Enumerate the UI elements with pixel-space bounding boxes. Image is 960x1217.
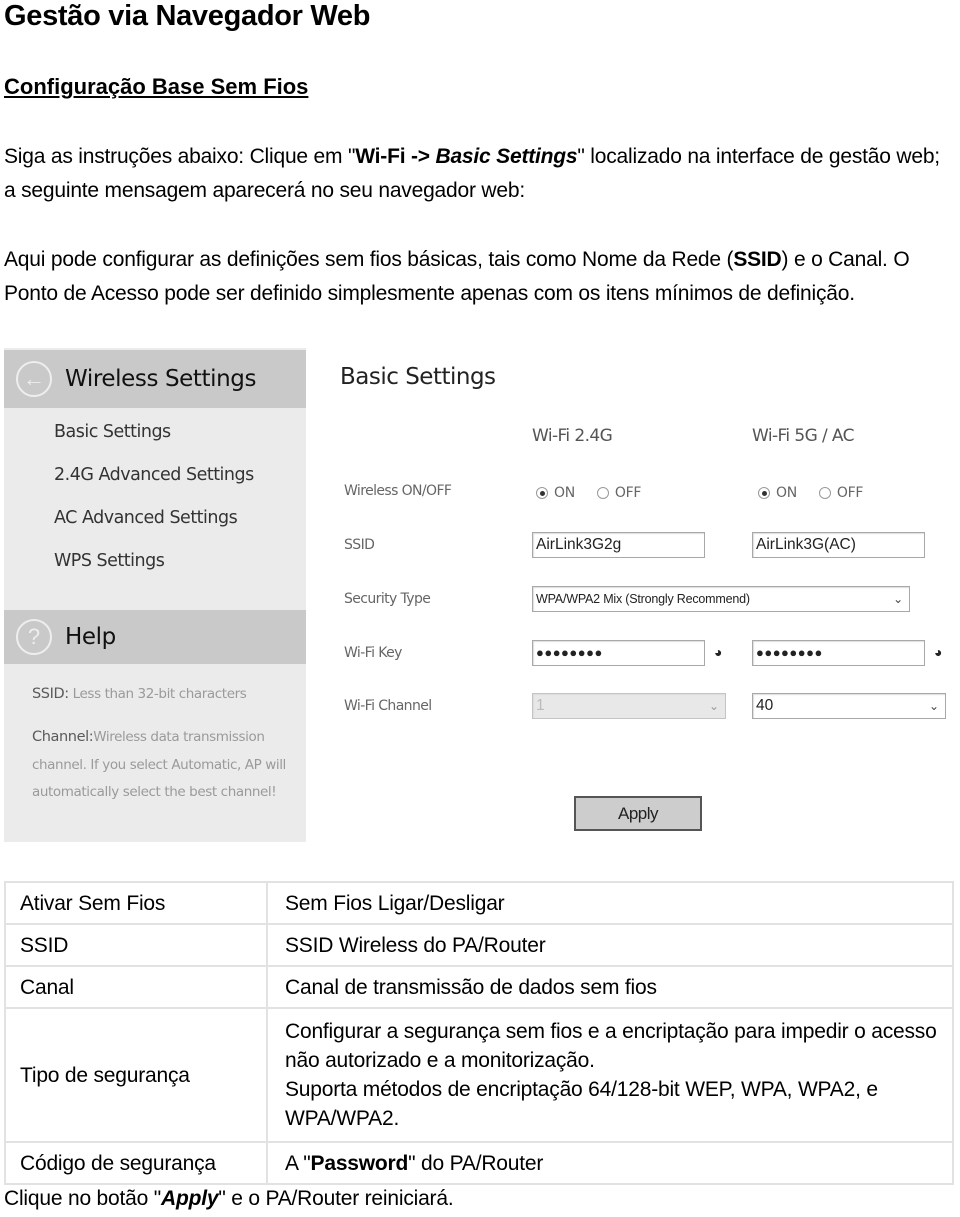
label-ssid: SSID (344, 537, 375, 553)
description-text: Aqui pode configurar as definições sem f… (4, 248, 734, 271)
label-wifi-channel: Wi-Fi Channel (344, 698, 432, 714)
router-ui-screenshot: ← Wireless Settings Basic Settings 2.4G … (4, 348, 958, 844)
table-value-line: Suporta métodos de encriptação 64/128-bi… (285, 1078, 878, 1130)
label-wifi-key: Wi-Fi Key (344, 645, 402, 661)
section-heading: Configuração Base Sem Fios (4, 74, 309, 99)
help-content: SSID: Less than 32-bit characters Channe… (32, 686, 292, 807)
document-title: Gestão via Navegador Web (4, 0, 371, 32)
chevron-down-icon: ⌄ (708, 699, 719, 713)
radio-label-off: OFF (614, 485, 642, 501)
column-wifi-5g: Wi-Fi 5G / AC (752, 426, 854, 446)
closing-text: Clique no botão " (4, 1187, 162, 1210)
basic-settings-panel: Basic Settings Wi-Fi 2.4G Wi-Fi 5G / AC … (322, 348, 958, 842)
label-security-type: Security Type (344, 591, 431, 607)
table-key: Canal (4, 965, 268, 1009)
intro-text: Siga as instruções abaixo: Clique em " (4, 145, 356, 168)
sidebar-item-wps-settings[interactable]: WPS Settings (54, 547, 254, 590)
apply-term: Apply (161, 1187, 219, 1210)
table-row: Canal Canal de transmissão de dados sem … (4, 965, 954, 1009)
sidebar-menu: Basic Settings 2.4G Advanced Settings AC… (54, 418, 254, 590)
radio-label-off: OFF (836, 485, 864, 501)
panel-title: Basic Settings (340, 364, 496, 390)
ssid-term: SSID (733, 248, 782, 271)
radio-group-5g: ON OFF (758, 485, 885, 501)
help-ssid-text: Less than 32-bit characters (68, 686, 247, 702)
intro-menu-path: Wi-Fi -> (355, 145, 436, 168)
table-key: Ativar Sem Fios (4, 881, 268, 925)
help-channel-label: Channel: (32, 729, 94, 745)
channel-24g-select: 1 ⌄ (532, 693, 726, 719)
security-type-select[interactable]: WPA/WPA2 Mix (Strongly Recommend) ⌄ (532, 586, 910, 612)
help-ssid: SSID: Less than 32-bit characters (32, 686, 292, 702)
table-key: Tipo de segurança (4, 1007, 268, 1143)
table-row: SSID SSID Wireless do PA/Router (4, 923, 954, 967)
table-row: Código de segurança A "Password" do PA/R… (4, 1141, 954, 1185)
label-wireless-onoff: Wireless ON/OFF (344, 483, 452, 499)
radio-label-on: ON (554, 485, 575, 501)
table-value: Canal de transmissão de dados sem fios (266, 965, 954, 1009)
radio-24g-on[interactable] (536, 487, 548, 499)
description-paragraph: Aqui pode configurar as definições sem f… (4, 243, 954, 311)
closing-paragraph: Clique no botão "Apply" e o PA/Router re… (4, 1182, 454, 1216)
wifi-key-5g-input[interactable]: ●●●●●●●● (752, 640, 925, 666)
apply-button[interactable]: Apply (574, 796, 702, 831)
settings-description-table: Ativar Sem Fios Sem Fios Ligar/Desligar … (4, 881, 954, 1185)
table-value: SSID Wireless do PA/Router (266, 923, 954, 967)
chevron-down-icon: ⌄ (893, 592, 903, 606)
table-row: Tipo de segurança Configurar a segurança… (4, 1007, 954, 1143)
radio-label-on: ON (776, 485, 797, 501)
sidebar-item-24g-advanced[interactable]: 2.4G Advanced Settings (54, 461, 254, 504)
radio-24g-off[interactable] (596, 487, 609, 499)
table-value-text: A " (285, 1151, 311, 1175)
sidebar-header-label: Wireless Settings (65, 366, 257, 392)
channel-5g-select[interactable]: 40 ⌄ (752, 693, 946, 719)
table-row: Ativar Sem Fios Sem Fios Ligar/Desligar (4, 881, 954, 925)
table-key: Código de segurança (4, 1141, 268, 1185)
wifi-key-24g-input[interactable]: ●●●●●●●● (532, 640, 705, 666)
ssid-24g-input[interactable]: AirLink3G2g (532, 532, 705, 558)
radio-5g-off[interactable] (818, 487, 831, 499)
table-value: A "Password" do PA/Router (266, 1141, 954, 1185)
security-type-value: WPA/WPA2 Mix (Strongly Recommend) (536, 592, 750, 606)
table-value: Sem Fios Ligar/Desligar (266, 881, 954, 925)
table-value-text: " do PA/Router (408, 1151, 544, 1175)
channel-24g-value: 1 (536, 697, 545, 714)
sidebar-item-basic-settings[interactable]: Basic Settings (54, 418, 254, 461)
table-value-line: Configurar a segurança sem fios e a encr… (285, 1020, 937, 1072)
table-value: Configurar a segurança sem fios e a encr… (266, 1007, 954, 1143)
question-circle-icon: ? (16, 619, 52, 655)
help-ssid-label: SSID: (32, 686, 69, 702)
sidebar: ← Wireless Settings Basic Settings 2.4G … (4, 348, 306, 842)
sidebar-item-ac-advanced[interactable]: AC Advanced Settings (54, 504, 254, 547)
radio-group-24g: ON OFF (536, 485, 663, 501)
radio-5g-on[interactable] (758, 487, 770, 499)
channel-5g-value: 40 (756, 697, 774, 714)
ssid-5g-input[interactable]: AirLink3G(AC) (752, 532, 925, 558)
closing-text-end: " e o PA/Router reiniciará. (218, 1187, 454, 1210)
help-channel: Channel:Wireless data transmission chann… (32, 724, 292, 807)
sidebar-header-wireless[interactable]: ← Wireless Settings (4, 350, 306, 408)
help-header: ? Help (4, 610, 306, 664)
arrow-left-circle-icon[interactable]: ← (16, 361, 52, 397)
chevron-down-icon: ⌄ (928, 699, 939, 713)
intro-menu-item: Basic Settings (435, 145, 578, 168)
help-header-label: Help (65, 624, 116, 650)
column-wifi-24g: Wi-Fi 2.4G (532, 426, 613, 446)
show-password-icon[interactable]: ◕ (714, 644, 722, 660)
table-key: SSID (4, 923, 268, 967)
password-term: Password (310, 1151, 409, 1175)
intro-paragraph: Siga as instruções abaixo: Clique em "Wi… (4, 140, 954, 208)
show-password-icon[interactable]: ◕ (934, 644, 942, 660)
